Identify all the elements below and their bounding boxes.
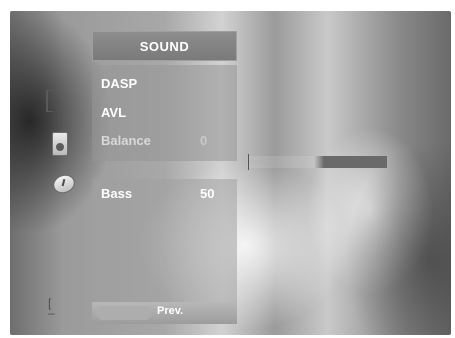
link-icon[interactable]: [– [48,297,60,319]
clock-icon[interactable] [50,171,78,197]
menu-title-bar: SOUND [92,31,237,61]
menu-item-bass[interactable]: Bass [101,186,132,201]
sound-menu: DASP AVL Balance 0 [92,65,237,161]
speaker-icon[interactable] [52,132,68,156]
menu-item-balance[interactable]: Balance [101,133,151,148]
bass-value: 50 [200,186,215,201]
bottom-bar: Prev. [92,302,237,324]
balance-slider[interactable] [247,156,387,168]
bracket-icon[interactable] [46,90,53,112]
menu-title: SOUND [139,39,190,54]
prev-button[interactable] [96,306,152,320]
balance-value: 0 [200,133,208,148]
osd-screen: [– SOUND DASP AVL Balance 0 Bass 50 Prev… [10,11,451,335]
prev-label: Prev. [157,305,184,317]
menu-item-avl[interactable]: AVL [101,105,126,120]
balance-slider-marker [248,154,249,170]
sound-submenu: Bass 50 [92,179,237,307]
menu-item-dasp[interactable]: DASP [101,76,137,91]
